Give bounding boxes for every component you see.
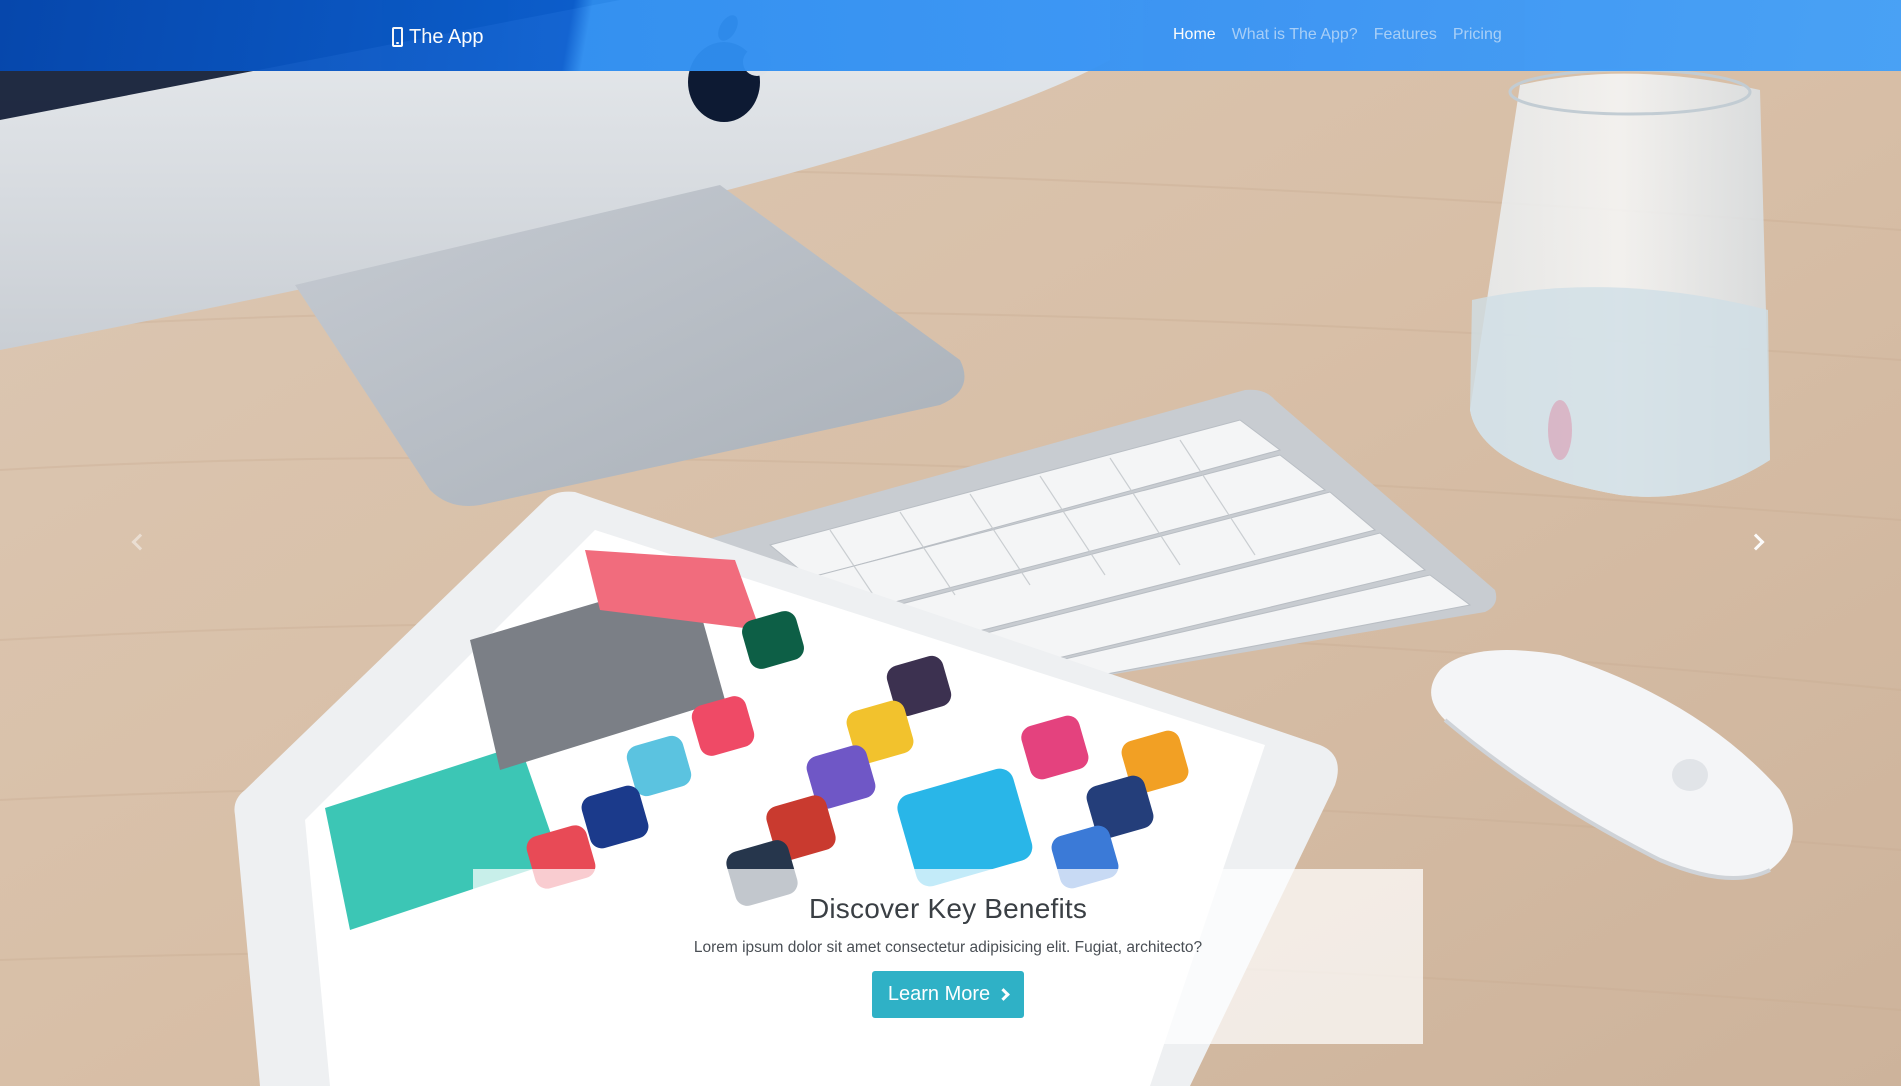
chevron-right-icon xyxy=(1747,533,1765,551)
hero-caption: Discover Key Benefits Lorem ipsum dolor … xyxy=(473,869,1423,1044)
hero-text: Lorem ipsum dolor sit amet consectetur a… xyxy=(693,939,1203,956)
learn-more-button[interactable]: Learn More xyxy=(871,971,1025,1018)
hero-title: Discover Key Benefits xyxy=(808,893,1088,924)
nav-link-what-is-the-app[interactable]: What is The App? xyxy=(1232,26,1358,44)
carousel-next-button[interactable] xyxy=(1742,528,1770,556)
brand-name: The App xyxy=(409,25,484,48)
chevron-left-icon xyxy=(131,533,149,551)
mobile-phone-icon xyxy=(392,27,403,47)
learn-more-label: Learn More xyxy=(887,983,991,1005)
carousel-prev-button[interactable] xyxy=(126,528,154,556)
nav-link-pricing[interactable]: Pricing xyxy=(1453,26,1502,44)
nav-links: Home What is The App? Features Pricing xyxy=(1173,26,1502,44)
nav-link-features[interactable]: Features xyxy=(1374,26,1437,44)
brand-link[interactable]: The App xyxy=(392,22,484,52)
chevron-right-icon xyxy=(997,988,1011,1001)
nav-link-home[interactable]: Home xyxy=(1173,26,1216,44)
top-navbar: The App Home What is The App? Features P… xyxy=(0,0,1901,71)
